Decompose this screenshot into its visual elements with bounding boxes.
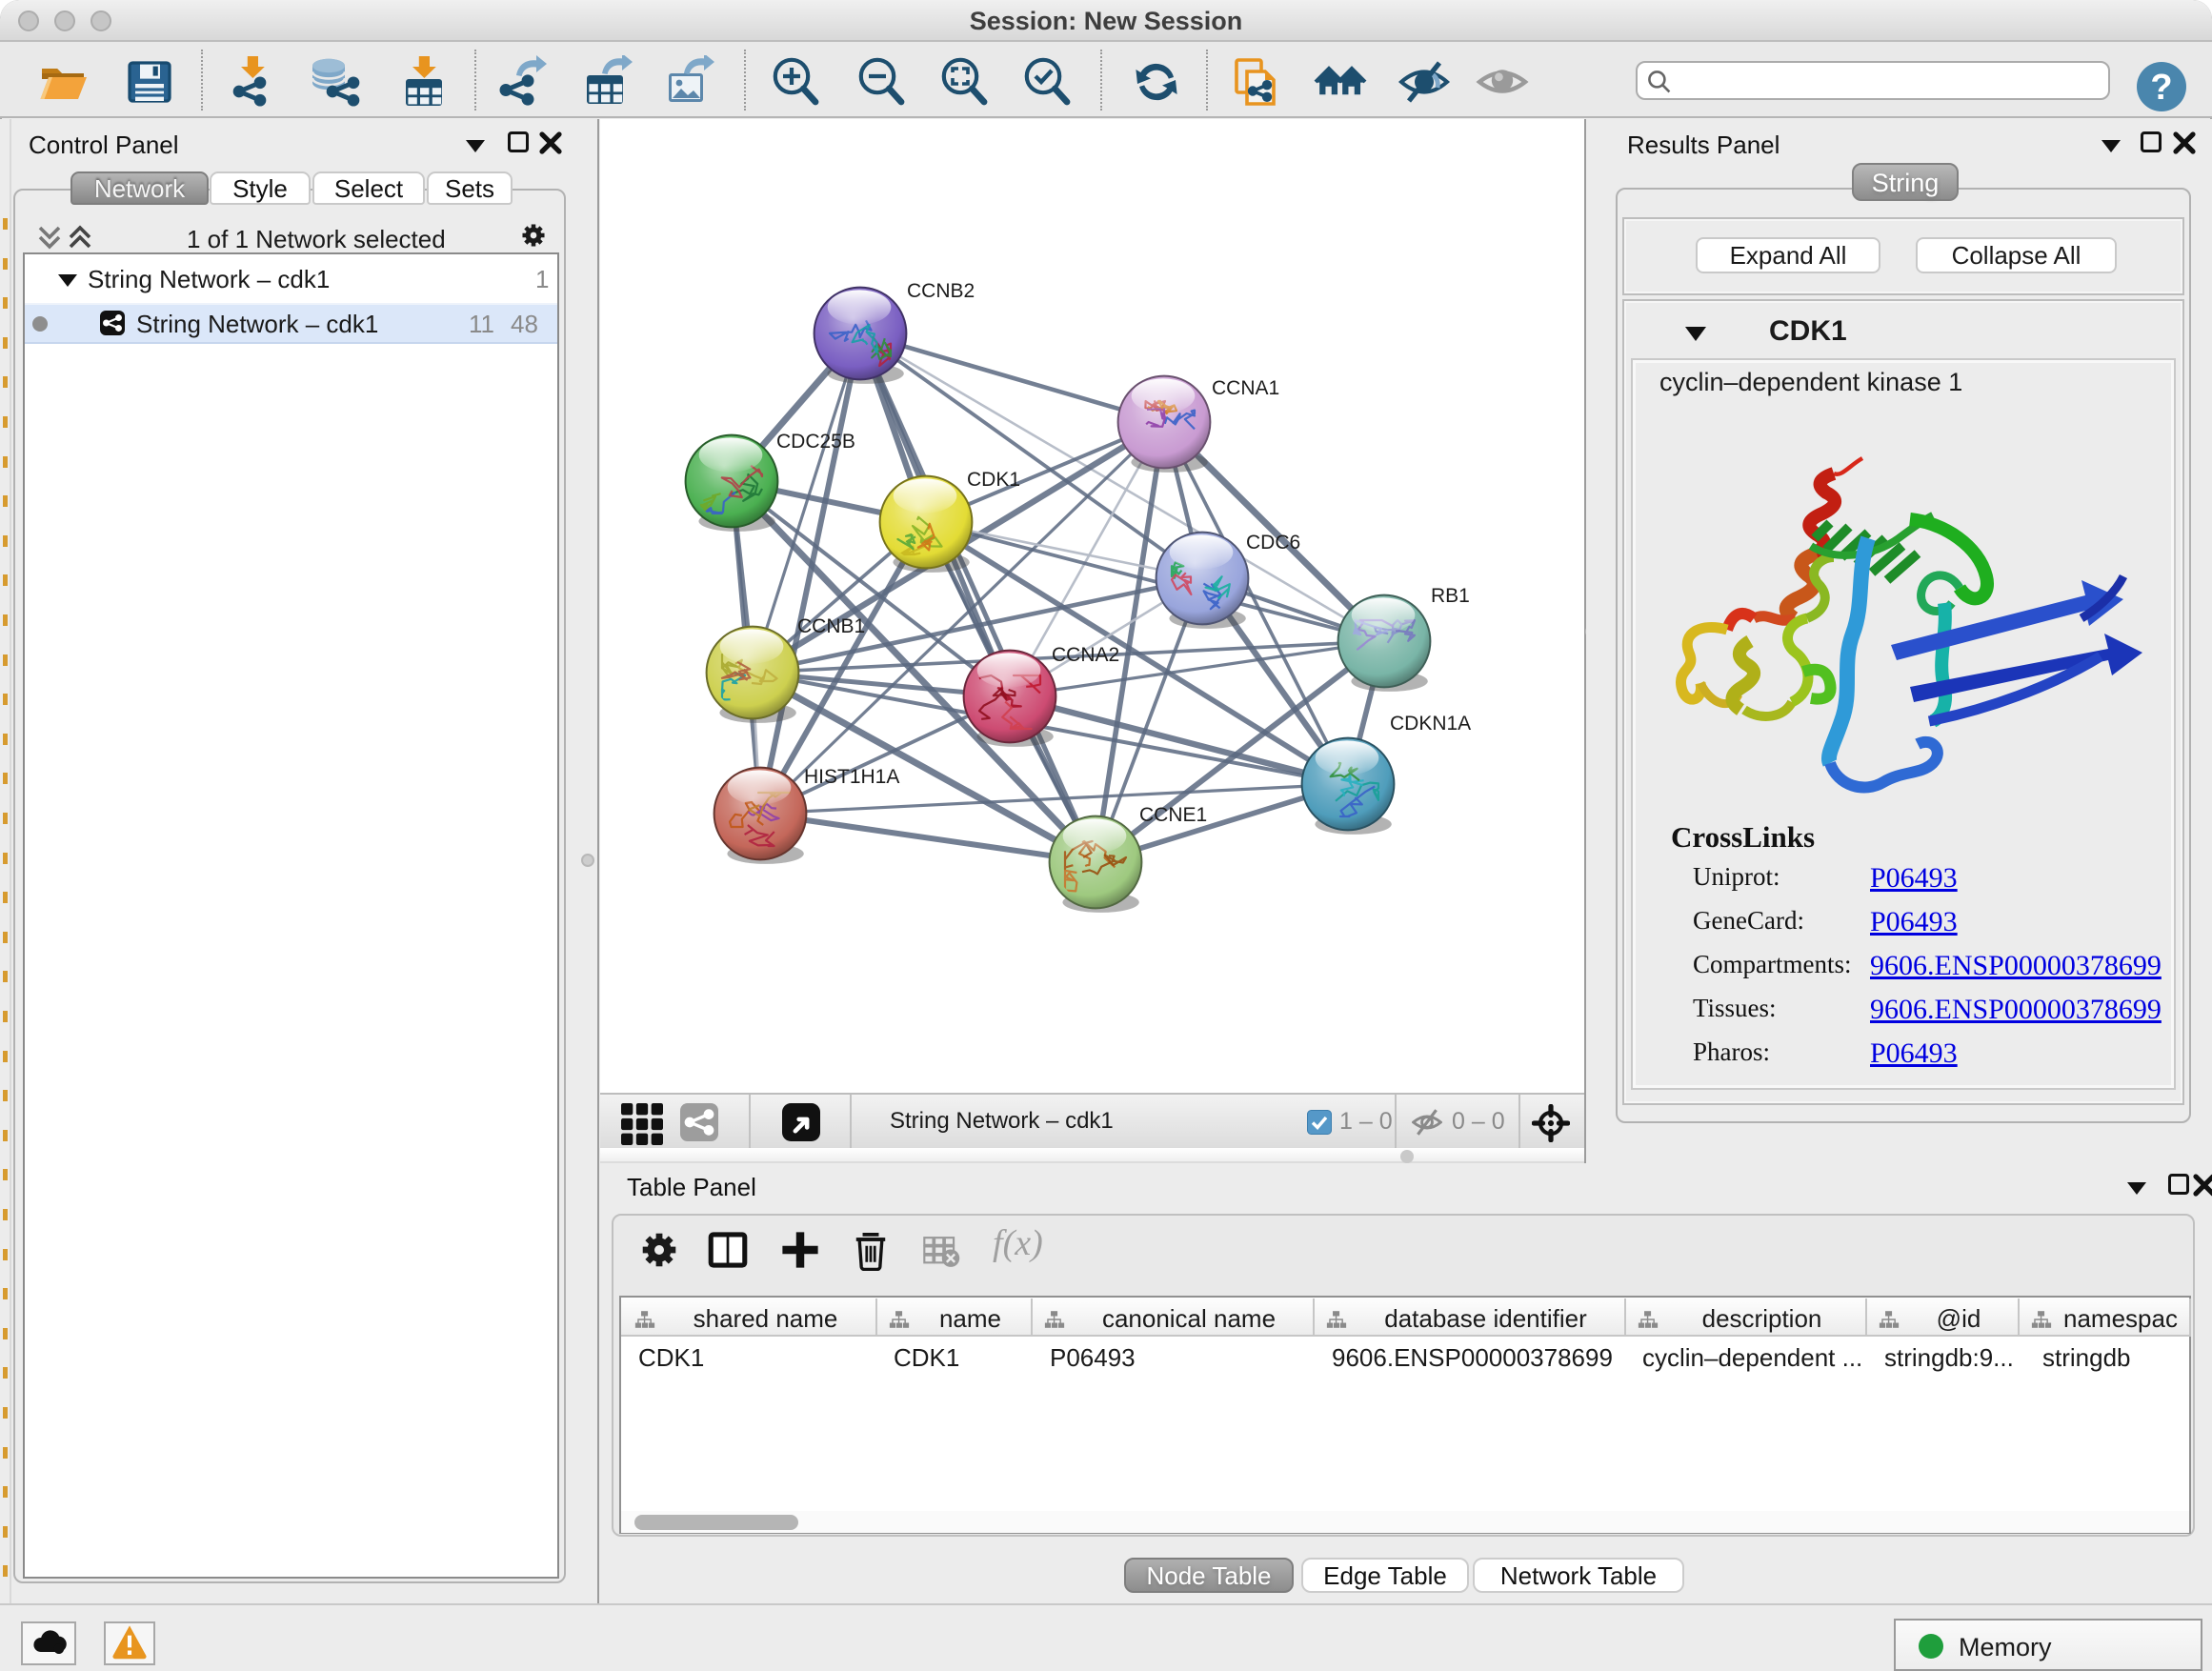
svg-text:CDC25B: CDC25B <box>776 431 855 453</box>
svg-text:CDC6: CDC6 <box>1246 532 1300 554</box>
svg-text:CDK1: CDK1 <box>967 469 1020 491</box>
svg-text:CCNB1: CCNB1 <box>797 615 865 637</box>
svg-text:CCNA1: CCNA1 <box>1212 377 1279 399</box>
svg-text:CCNB2: CCNB2 <box>907 280 975 302</box>
svg-text:RB1: RB1 <box>1431 585 1470 607</box>
svg-text:HIST1H1A: HIST1H1A <box>804 766 899 788</box>
svg-text:CDKN1A: CDKN1A <box>1390 713 1471 735</box>
svg-text:CCNA2: CCNA2 <box>1052 644 1119 666</box>
svg-text:CCNE1: CCNE1 <box>1139 804 1207 826</box>
svg-text:?: ? <box>2150 68 2172 108</box>
